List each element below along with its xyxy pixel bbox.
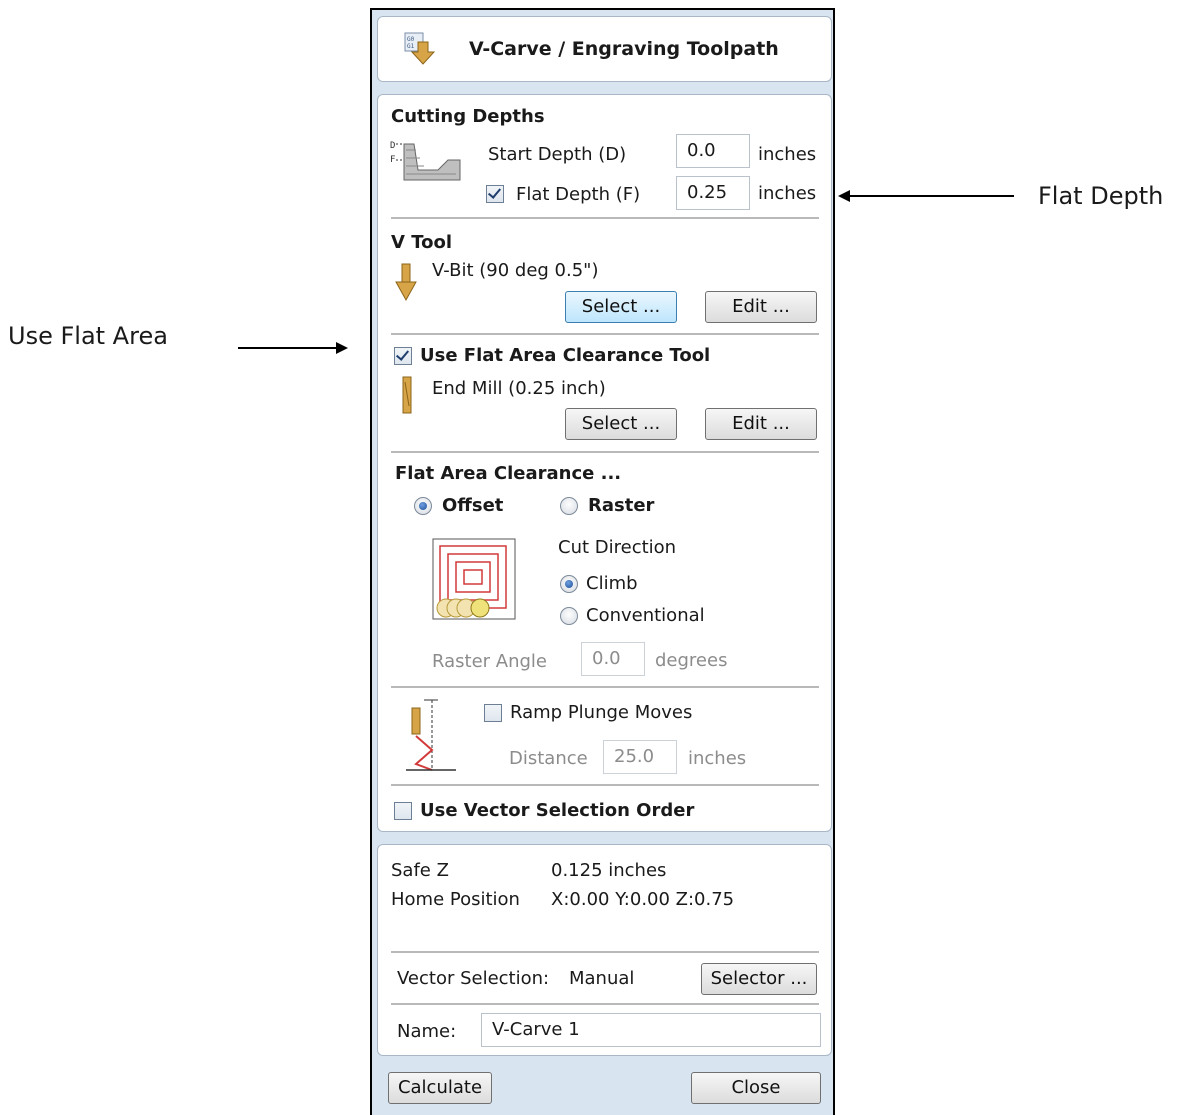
depth-diagram-icon: D F	[390, 141, 461, 181]
v-tool-name: V-Bit (90 deg 0.5")	[432, 260, 599, 281]
v-tool-edit-button[interactable]: Edit ...	[705, 291, 817, 323]
svg-text:D: D	[390, 141, 395, 151]
toolpath-icon: G0 G1	[404, 32, 436, 65]
start-depth-input[interactable]: 0.0	[676, 134, 750, 168]
flat-depth-checkbox[interactable]	[486, 185, 504, 203]
name-input[interactable]: V-Carve 1	[481, 1013, 821, 1047]
flat-area-clearance-heading: Flat Area Clearance ...	[395, 463, 622, 484]
use-flat-area-checkbox[interactable]	[394, 347, 412, 365]
vector-selection-label: Vector Selection:	[397, 968, 550, 989]
selector-button[interactable]: Selector ...	[701, 963, 817, 995]
vector-order-label: Use Vector Selection Order	[420, 800, 695, 821]
arrow-left-icon	[838, 190, 1014, 202]
offset-pattern-icon	[432, 538, 516, 620]
flat-depth-input[interactable]: 0.25	[676, 176, 750, 210]
svg-text:G1: G1	[407, 43, 415, 50]
conventional-radio[interactable]	[560, 607, 578, 625]
ramp-distance-unit: inches	[688, 748, 747, 769]
raster-angle-input[interactable]: 0.0	[581, 642, 645, 676]
home-position-value: X:0.00 Y:0.00 Z:0.75	[551, 889, 735, 910]
svg-text:F: F	[390, 155, 395, 165]
v-tool-heading: V Tool	[391, 232, 452, 253]
annotation-flat-depth: Flat Depth	[1038, 182, 1164, 210]
divider	[391, 951, 819, 953]
start-depth-unit: inches	[758, 144, 817, 165]
ramp-plunge-checkbox[interactable]	[484, 704, 502, 722]
divider	[391, 1003, 819, 1005]
flat-area-tool-name: End Mill (0.25 inch)	[432, 378, 606, 399]
ramp-diagram-icon	[406, 699, 456, 771]
ramp-plunge-label: Ramp Plunge Moves	[510, 702, 693, 723]
annotation-use-flat-area: Use Flat Area	[8, 322, 168, 350]
divider	[391, 784, 819, 786]
name-label: Name:	[397, 1021, 457, 1042]
arrow-right-icon	[238, 342, 348, 354]
raster-angle-label: Raster Angle	[432, 651, 547, 672]
svg-text:G0: G0	[407, 36, 415, 43]
raster-label: Raster	[588, 495, 655, 516]
safe-z-label: Safe Z	[391, 860, 449, 881]
home-position-label: Home Position	[391, 889, 520, 910]
flat-depth-unit: inches	[758, 183, 817, 204]
raster-angle-unit: degrees	[655, 650, 728, 671]
vector-order-checkbox[interactable]	[394, 802, 412, 820]
safe-z-value: 0.125 inches	[551, 860, 667, 881]
flat-area-select-button[interactable]: Select ...	[565, 408, 677, 440]
divider	[391, 333, 819, 335]
flat-depth-label: Flat Depth (F)	[516, 184, 641, 205]
cut-direction-label: Cut Direction	[558, 537, 677, 558]
close-button[interactable]: Close	[691, 1072, 821, 1104]
v-tool-select-button[interactable]: Select ...	[565, 291, 677, 323]
vector-selection-value: Manual	[569, 968, 635, 989]
divider	[391, 217, 819, 219]
use-flat-area-label: Use Flat Area Clearance Tool	[420, 345, 711, 366]
flat-area-edit-button[interactable]: Edit ...	[705, 408, 817, 440]
v-bit-icon	[395, 263, 417, 302]
divider	[391, 451, 819, 453]
panel-title: V-Carve / Engraving Toolpath	[469, 38, 779, 60]
calculate-button[interactable]: Calculate	[388, 1072, 492, 1104]
ramp-distance-label: Distance	[509, 748, 588, 769]
ramp-distance-input[interactable]: 25.0	[603, 740, 677, 774]
offset-radio[interactable]	[414, 497, 432, 515]
divider	[391, 686, 819, 688]
climb-label: Climb	[586, 573, 638, 594]
start-depth-label: Start Depth (D)	[488, 144, 627, 165]
cutting-depths-heading: Cutting Depths	[391, 106, 545, 127]
conventional-label: Conventional	[586, 605, 705, 626]
offset-label: Offset	[442, 495, 504, 516]
climb-radio[interactable]	[560, 575, 578, 593]
raster-radio[interactable]	[560, 497, 578, 515]
end-mill-icon	[402, 376, 412, 414]
